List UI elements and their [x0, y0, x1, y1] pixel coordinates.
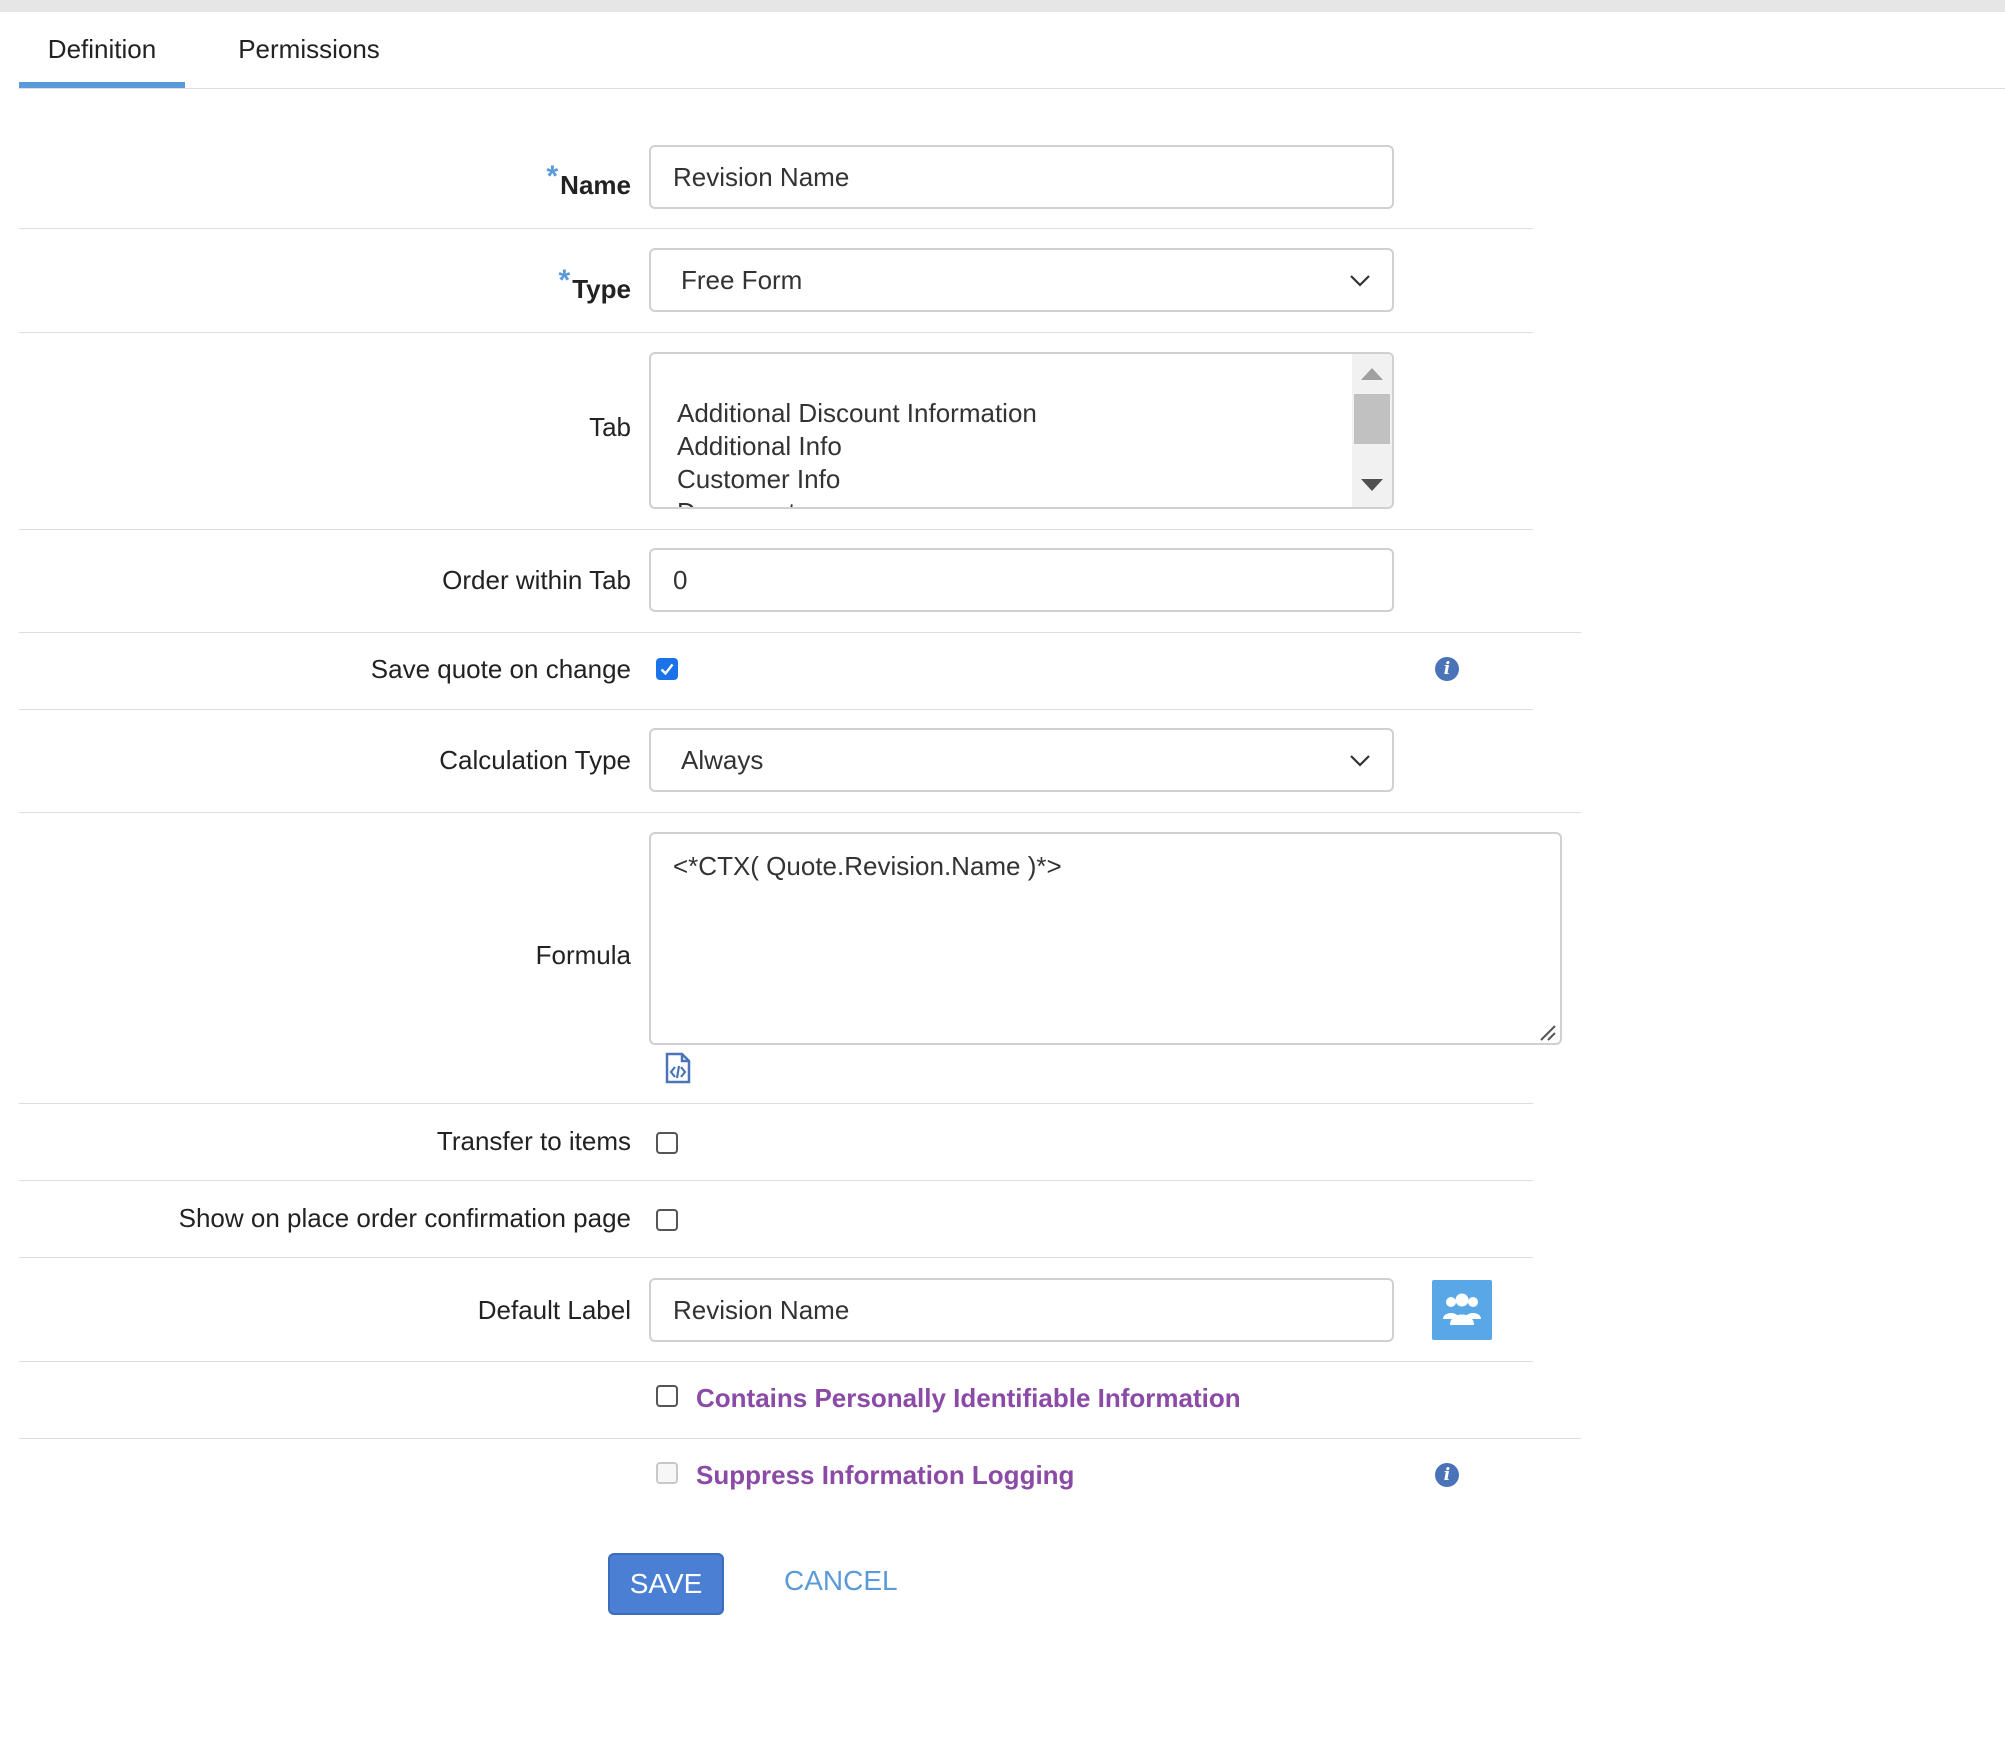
scroll-up-arrow-icon[interactable] [1361, 368, 1383, 380]
show-confirmation-label: Show on place order confirmation page [178, 1203, 631, 1233]
listbox-scrollbar[interactable] [1352, 354, 1392, 507]
type-label: *Type [558, 264, 631, 304]
calc-type-label: Calculation Type [439, 745, 631, 775]
suppress-logging-checkbox [656, 1462, 678, 1484]
pii-label[interactable]: Contains Personally Identifiable Informa… [696, 1383, 1241, 1414]
type-select[interactable]: Free Form [649, 248, 1394, 312]
resize-grip-icon[interactable] [1535, 1020, 1557, 1042]
show-confirmation-checkbox[interactable] [656, 1209, 678, 1231]
tab-option[interactable]: Customer Info [677, 463, 840, 496]
users-icon [1443, 1293, 1481, 1325]
scroll-down-arrow-icon[interactable] [1361, 479, 1383, 491]
divider [19, 529, 1533, 530]
save-quote-label: Save quote on change [370, 654, 631, 684]
name-row: *Name [19, 140, 631, 220]
type-row: *Type [19, 244, 631, 324]
formula-textarea[interactable]: <*CTX( Quote.Revision.Name )*> [649, 832, 1562, 1045]
tab-permissions[interactable]: Permissions [214, 12, 404, 88]
suppress-logging-label: Suppress Information Logging [696, 1460, 1075, 1490]
translations-button[interactable] [1432, 1280, 1492, 1340]
formula-label: Formula [535, 940, 631, 970]
order-label: Order within Tab [442, 565, 631, 595]
name-input[interactable] [649, 145, 1394, 209]
calc-type-select[interactable]: Always [649, 728, 1394, 792]
default-label-label: Default Label [477, 1295, 631, 1325]
tab-label: Tab [589, 412, 631, 442]
tab-bar: Definition Permissions [19, 12, 2005, 89]
tab-option[interactable]: Additional Discount Information [677, 397, 1037, 430]
save-quote-checkbox[interactable] [656, 658, 678, 680]
pii-checkbox[interactable] [656, 1385, 678, 1407]
divider [19, 1361, 1533, 1362]
info-icon[interactable]: i [1435, 1463, 1459, 1487]
type-select-value: Free Form [681, 265, 803, 295]
divider [19, 332, 1533, 333]
tab-option[interactable]: Documents [677, 496, 809, 507]
save-quote-row: Save quote on change [19, 648, 631, 708]
divider [19, 632, 1581, 633]
transfer-checkbox[interactable] [656, 1132, 678, 1154]
tab-option[interactable]: Additional Info [677, 430, 842, 463]
chevron-down-icon [1350, 275, 1370, 287]
save-button[interactable]: SAVE [608, 1553, 724, 1615]
check-icon [660, 663, 674, 676]
tab-row: Tab [19, 352, 631, 504]
default-label-input[interactable] [649, 1278, 1394, 1342]
calc-type-row: Calculation Type [19, 725, 631, 805]
tab-listbox[interactable]: Additional Discount Information Addition… [649, 352, 1394, 509]
divider [19, 1257, 1533, 1258]
formula-row: Formula [19, 930, 631, 990]
required-marker: * [546, 160, 559, 193]
divider [19, 1180, 1533, 1181]
show-confirmation-row: Show on place order confirmation page [19, 1201, 631, 1251]
top-bar [0, 0, 2005, 12]
required-marker: * [558, 264, 571, 297]
cancel-link[interactable]: CANCEL [784, 1565, 898, 1597]
name-label: *Name [546, 160, 631, 200]
chevron-down-icon [1350, 755, 1370, 767]
divider [19, 812, 1581, 813]
transfer-label: Transfer to items [436, 1126, 631, 1156]
default-label-row: Default Label [19, 1273, 631, 1353]
code-file-icon[interactable] [664, 1052, 692, 1084]
scrollbar-thumb[interactable] [1354, 394, 1390, 444]
calc-type-select-value: Always [681, 745, 764, 775]
divider [19, 228, 1533, 229]
divider [19, 1438, 1581, 1439]
order-row: Order within Tab [19, 545, 631, 625]
divider [19, 709, 1533, 710]
transfer-row: Transfer to items [19, 1124, 631, 1174]
divider [19, 1103, 1533, 1104]
info-icon[interactable]: i [1435, 657, 1459, 681]
order-input[interactable] [649, 548, 1394, 612]
tab-definition[interactable]: Definition [19, 12, 185, 88]
